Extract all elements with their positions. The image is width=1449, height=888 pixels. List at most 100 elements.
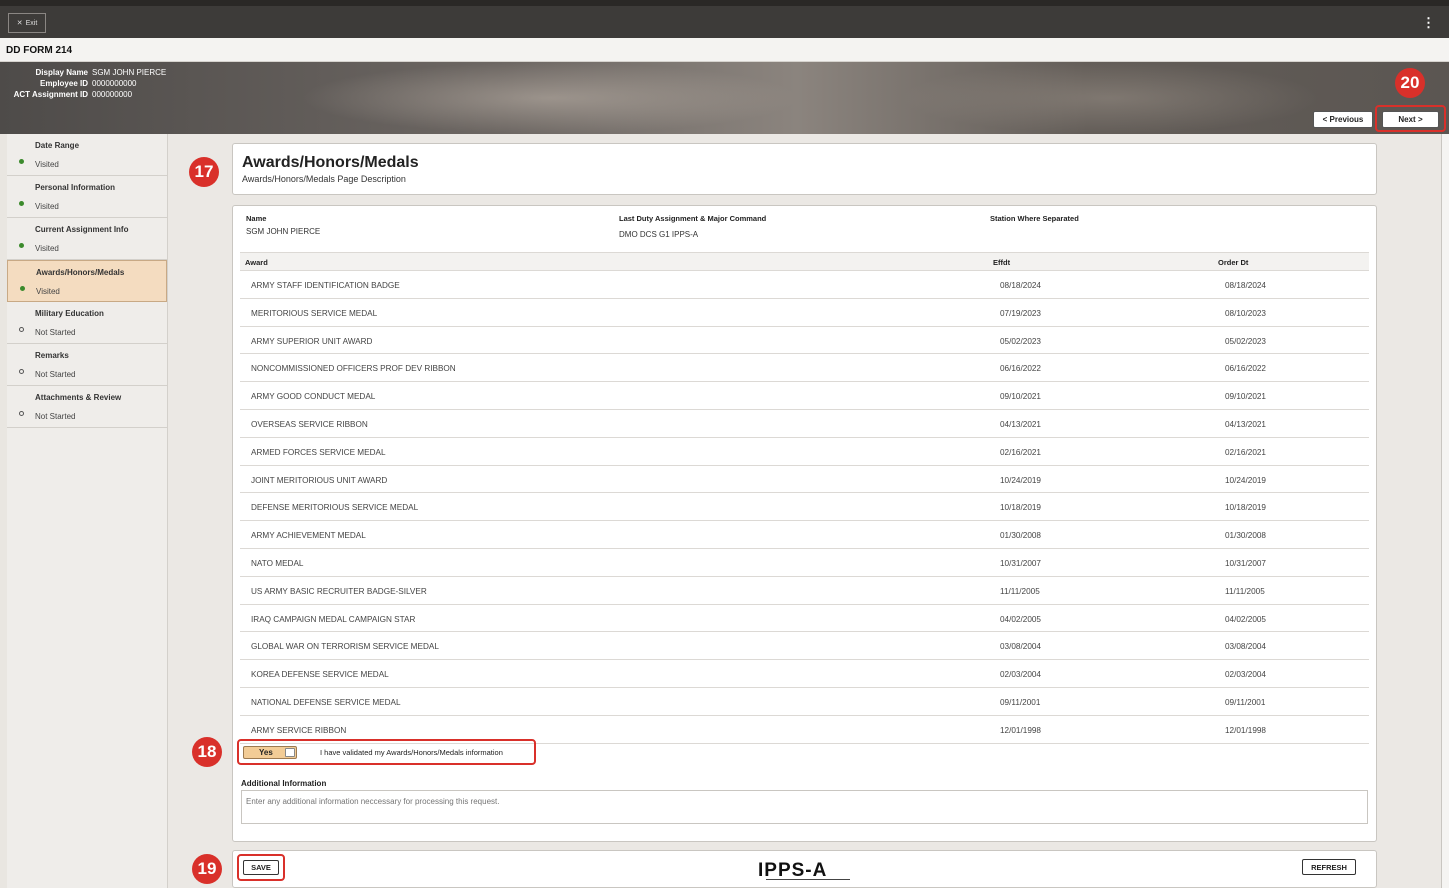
effdt-cell: 07/19/2023 <box>1000 308 1041 318</box>
award-cell: ARMY SUPERIOR UNIT AWARD <box>251 336 373 346</box>
employee-info: Display Name SGM JOHN PIERCE Employee ID 0… <box>10 67 167 100</box>
table-row: IRAQ CAMPAIGN MEDAL CAMPAIGN STAR 04/02/2… <box>240 605 1369 633</box>
page-title: Awards/Honors/Medals <box>242 154 419 171</box>
sidebar-step-attachments-review[interactable]: Attachments & Review Not Started <box>7 386 167 428</box>
effdt-cell: 10/24/2019 <box>1000 475 1041 485</box>
table-row: ARMY SUPERIOR UNIT AWARD 05/02/2023 05/02/… <box>240 327 1369 355</box>
sidebar-step-awards-honors-medals[interactable]: Awards/Honors/Medals Visited <box>7 260 167 302</box>
table-row: ARMY STAFF IDENTIFICATION BADGE 08/18/202… <box>240 271 1369 299</box>
effdt-cell: 02/03/2004 <box>1000 670 1041 680</box>
table-row: KOREA DEFENSE SERVICE MEDAL 02/03/2004 02/… <box>240 660 1369 688</box>
refresh-button[interactable]: REFRESH <box>1302 859 1356 875</box>
table-body: ARMY STAFF IDENTIFICATION BADGE 08/18/202… <box>240 271 1369 744</box>
top-bar: ✕ Exit ⋮ <box>0 0 1449 38</box>
award-cell: IRAQ CAMPAIGN MEDAL CAMPAIGN STAR <box>251 614 416 624</box>
effdt-cell: 11/11/2005 <box>1000 586 1040 596</box>
visited-dot-icon <box>19 159 24 164</box>
order-dt-cell: 02/03/2004 <box>1225 670 1266 680</box>
page-description: Awards/Honors/Medals Page Description <box>242 174 406 184</box>
award-cell: ARMED FORCES SERVICE MEDAL <box>251 447 386 457</box>
table-row: OVERSEAS SERVICE RIBBON 04/13/2021 04/13/2… <box>240 410 1369 438</box>
step-title: Personal Information <box>35 183 116 192</box>
order-dt-cell: 03/08/2004 <box>1225 642 1266 652</box>
effdt-cell: 02/16/2021 <box>1000 447 1041 457</box>
table-row: GLOBAL WAR ON TERRORISM SERVICE MEDAL 03/… <box>240 632 1369 661</box>
step-title: Attachments & Review <box>35 393 122 402</box>
visited-dot-icon <box>19 243 24 248</box>
step-title: Date Range <box>35 141 80 150</box>
exit-label: Exit <box>25 19 38 27</box>
employee-id-value: 0000000000 <box>92 79 137 88</box>
step-title: Awards/Honors/Medals <box>36 268 125 277</box>
page-header: Awards/Honors/Medals Awards/Honors/Medal… <box>232 143 1377 195</box>
assignment-id-label: ACT Assignment ID <box>13 90 88 99</box>
order-dt-cell: 09/11/2001 <box>1225 697 1266 707</box>
order-dt-cell: 11/11/2005 <box>1225 586 1265 596</box>
step-status: Visited <box>36 287 60 296</box>
exit-button[interactable]: ✕ Exit <box>8 13 46 33</box>
employee-id-label: Employee ID <box>39 79 88 88</box>
award-cell: MERITORIOUS SERVICE MEDAL <box>251 308 378 318</box>
table-row: NATIONAL DEFENSE SERVICE MEDAL 09/11/2001… <box>240 688 1369 716</box>
close-icon: ✕ <box>16 20 23 27</box>
order-dt-cell: 12/01/1998 <box>1225 725 1266 735</box>
callout-badge-17: 17 <box>189 157 219 187</box>
sidebar-step-military-education[interactable]: Military Education Not Started <box>7 302 167 344</box>
ipps-a-logo: IPPS-A <box>758 860 850 882</box>
callout-badge-18: 18 <box>192 737 222 767</box>
sidebar-step-personal-information[interactable]: Personal Information Visited <box>7 176 167 218</box>
effdt-cell: 08/18/2024 <box>1000 281 1041 290</box>
visited-dot-icon <box>19 201 24 206</box>
assignment-id-value: 000000000 <box>92 90 133 99</box>
not-started-circle-icon <box>19 411 24 416</box>
table-row: ARMED FORCES SERVICE MEDAL 02/16/2021 02/1… <box>240 438 1369 466</box>
award-cell: JOINT MERITORIOUS UNIT AWARD <box>251 475 388 485</box>
banner-image <box>300 62 800 134</box>
more-vertical-icon[interactable]: ⋮ <box>1422 15 1435 31</box>
previous-button[interactable]: < Previous <box>1313 111 1373 128</box>
order-dt-cell: 10/31/2007 <box>1225 558 1266 568</box>
award-cell: NATIONAL DEFENSE SERVICE MEDAL <box>251 697 401 707</box>
column-header-award: Award <box>245 258 268 267</box>
order-dt-cell: 10/24/2019 <box>1225 475 1266 485</box>
save-button[interactable]: SAVE <box>243 860 279 875</box>
sidebar-step-remarks[interactable]: Remarks Not Started <box>7 344 167 386</box>
table-row: US ARMY BASIC RECRUITER BADGE-SILVER 11/1… <box>240 577 1369 605</box>
step-status: Visited <box>35 160 59 169</box>
award-cell: DEFENSE MERITORIOUS SERVICE MEDAL <box>251 503 419 513</box>
header-banner: Display Name SGM JOHN PIERCE Employee ID 0… <box>0 62 1449 134</box>
visited-dot-icon <box>20 286 25 291</box>
award-cell: OVERSEAS SERVICE RIBBON <box>251 419 368 429</box>
step-title: Current Assignment Info <box>35 225 129 234</box>
order-dt-cell: 10/18/2019 <box>1225 503 1266 513</box>
table-row: ARMY GOOD CONDUCT MEDAL 09/10/2021 09/10/2… <box>240 382 1369 410</box>
table-row: DEFENSE MERITORIOUS SERVICE MEDAL 10/18/2… <box>240 493 1369 522</box>
not-started-circle-icon <box>19 327 24 332</box>
award-cell: ARMY ACHIEVEMENT MEDAL <box>251 531 366 541</box>
effdt-cell: 04/13/2021 <box>1000 419 1041 429</box>
effdt-cell: 10/18/2019 <box>1000 503 1041 513</box>
order-dt-cell: 08/10/2023 <box>1225 308 1266 318</box>
awards-table: Award Effdt Order Dt ARMY STAFF IDENTIFI… <box>240 252 1369 744</box>
effdt-cell: 12/01/1998 <box>1000 725 1041 735</box>
name-label: Name <box>246 214 267 223</box>
save-highlight: SAVE <box>237 854 285 881</box>
effdt-cell: 10/31/2007 <box>1000 558 1041 568</box>
order-dt-cell: 05/02/2023 <box>1225 336 1266 346</box>
sidebar-step-date-range[interactable]: Date Range Visited <box>7 134 167 176</box>
effdt-cell: 09/10/2021 <box>1000 392 1041 402</box>
sidebar-step-current-assignment-info[interactable]: Current Assignment Info Visited <box>7 218 167 260</box>
validation-text: I have validated my Awards/Honors/Medals… <box>320 748 503 757</box>
award-cell: NONCOMMISSIONED OFFICERS PROF DEV RIBBON <box>251 364 456 374</box>
step-title: Military Education <box>35 309 104 318</box>
table-row: ARMY ACHIEVEMENT MEDAL 01/30/2008 01/30/20… <box>240 521 1369 549</box>
step-title: Remarks <box>35 351 69 360</box>
effdt-cell: 06/16/2022 <box>1000 364 1041 374</box>
duty-value: DMO DCS G1 IPPS-A <box>619 230 699 239</box>
column-header-order-dt: Order Dt <box>1218 258 1249 267</box>
validation-toggle[interactable]: Yes <box>243 746 297 759</box>
order-dt-cell: 01/30/2008 <box>1225 531 1266 541</box>
scrollbar[interactable] <box>1441 134 1449 888</box>
not-started-circle-icon <box>19 369 24 374</box>
additional-info-field[interactable] <box>241 790 1368 824</box>
